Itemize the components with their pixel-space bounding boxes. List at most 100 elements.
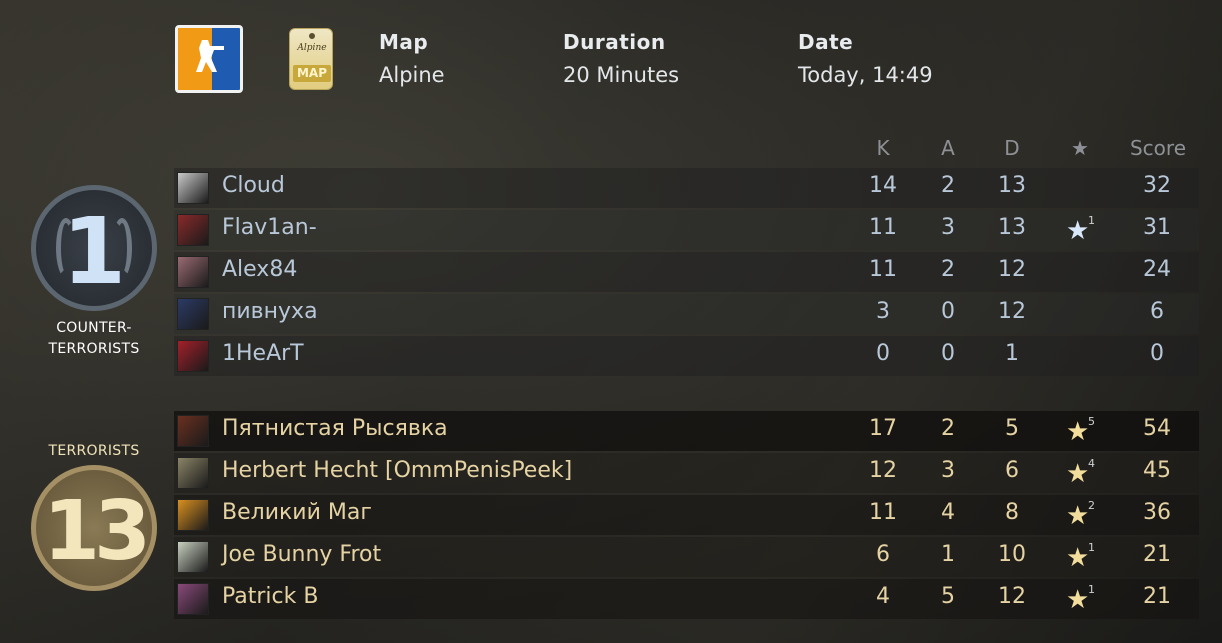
player-avatar[interactable] bbox=[177, 214, 209, 246]
ct-team-name-line2: TERRORISTS bbox=[48, 341, 140, 357]
player-name[interactable]: Patrick B bbox=[222, 584, 318, 609]
player-assists: 3 bbox=[941, 458, 955, 483]
duration-value: 20 Minutes bbox=[563, 63, 680, 87]
player-assists: 0 bbox=[941, 299, 955, 324]
player-kills: 11 bbox=[869, 215, 897, 240]
player-avatar[interactable] bbox=[177, 583, 209, 615]
t-team-score: 13 bbox=[42, 484, 151, 579]
map-tag-script: Alpine bbox=[297, 43, 327, 53]
player-name[interactable]: Herbert Hecht [OmmPenisPeek] bbox=[222, 458, 572, 483]
player-kills: 0 bbox=[876, 341, 890, 366]
player-assists: 3 bbox=[941, 215, 955, 240]
player-assists: 2 bbox=[941, 173, 955, 198]
player-deaths: 12 bbox=[998, 257, 1026, 282]
ct-player-row[interactable]: 1HeArT 0 0 1 0 bbox=[174, 336, 1199, 376]
player-deaths: 8 bbox=[1005, 500, 1019, 525]
player-score: 6 bbox=[1150, 299, 1164, 324]
player-avatar[interactable] bbox=[177, 256, 209, 288]
mvp-star-icon: ★ 5 bbox=[1066, 415, 1100, 449]
counter-strike-logo-icon bbox=[175, 25, 243, 93]
player-score: 32 bbox=[1143, 173, 1171, 198]
player-assists: 2 bbox=[941, 416, 955, 441]
player-avatar[interactable] bbox=[177, 415, 209, 447]
player-deaths: 13 bbox=[998, 215, 1026, 240]
player-score: 45 bbox=[1143, 458, 1171, 483]
player-deaths: 6 bbox=[1005, 458, 1019, 483]
player-deaths: 13 bbox=[998, 173, 1026, 198]
star-icon: ★ bbox=[1066, 501, 1090, 531]
mvp-star-icon: ★ 1 bbox=[1066, 541, 1100, 575]
star-icon: ★ bbox=[1066, 543, 1090, 573]
player-assists: 1 bbox=[941, 542, 955, 567]
ct-player-row[interactable]: Flav1an- 11 3 13 31 ★ 1 bbox=[174, 210, 1199, 250]
player-deaths: 1 bbox=[1005, 341, 1019, 366]
column-mvp-icon: ★ bbox=[1071, 136, 1089, 160]
player-assists: 2 bbox=[941, 257, 955, 282]
player-deaths: 12 bbox=[998, 584, 1026, 609]
ct-team-score: 1 bbox=[61, 198, 126, 305]
player-name[interactable]: Flav1an- bbox=[222, 215, 317, 240]
player-score: 24 bbox=[1143, 257, 1171, 282]
ct-team-name: COUNTER- TERRORISTS bbox=[40, 318, 148, 360]
mvp-count: 1 bbox=[1088, 541, 1095, 554]
date-label: Date bbox=[798, 30, 854, 54]
t-team-badge: 13 bbox=[31, 465, 157, 591]
player-avatar[interactable] bbox=[177, 457, 209, 489]
duration-label: Duration bbox=[563, 30, 666, 54]
player-kills: 14 bbox=[869, 173, 897, 198]
player-deaths: 10 bbox=[998, 542, 1026, 567]
player-score: 21 bbox=[1143, 542, 1171, 567]
ct-team-name-line1: COUNTER- bbox=[56, 320, 132, 336]
player-name[interactable]: 1HeArT bbox=[222, 341, 304, 366]
t-player-row[interactable]: Великий Маг 11 4 8 36 ★ 2 bbox=[174, 495, 1199, 535]
map-label: Map bbox=[379, 30, 429, 54]
player-score: 54 bbox=[1143, 416, 1171, 441]
player-avatar[interactable] bbox=[177, 499, 209, 531]
player-name[interactable]: Joe Bunny Frot bbox=[222, 542, 381, 567]
mvp-star-icon: ★ 1 bbox=[1066, 583, 1100, 617]
player-kills: 11 bbox=[869, 500, 897, 525]
t-player-row[interactable]: Joe Bunny Frot 6 1 10 21 ★ 1 bbox=[174, 537, 1199, 577]
player-assists: 5 bbox=[941, 584, 955, 609]
star-icon: ★ bbox=[1066, 585, 1090, 615]
player-name[interactable]: Пятнистая Рысявка bbox=[222, 416, 448, 441]
ct-player-row[interactable]: Cloud 14 2 13 32 bbox=[174, 168, 1199, 208]
mvp-count: 5 bbox=[1088, 415, 1095, 428]
ct-team-badge: 1 bbox=[31, 185, 157, 311]
ct-player-row[interactable]: Alex84 11 2 12 24 bbox=[174, 252, 1199, 292]
player-kills: 4 bbox=[876, 584, 890, 609]
player-kills: 6 bbox=[876, 542, 890, 567]
mvp-count: 2 bbox=[1088, 499, 1095, 512]
player-kills: 11 bbox=[869, 257, 897, 282]
player-name[interactable]: Alex84 bbox=[222, 257, 297, 282]
star-icon: ★ bbox=[1066, 459, 1090, 489]
t-player-row[interactable]: Пятнистая Рысявка 17 2 5 54 ★ 5 bbox=[174, 411, 1199, 451]
player-avatar[interactable] bbox=[177, 298, 209, 330]
mvp-count: 4 bbox=[1088, 457, 1095, 470]
player-avatar[interactable] bbox=[177, 541, 209, 573]
player-score: 0 bbox=[1150, 341, 1164, 366]
player-name[interactable]: Великий Маг bbox=[222, 500, 372, 525]
mvp-star-icon: ★ 1 bbox=[1066, 214, 1100, 248]
column-assists: A bbox=[941, 136, 955, 160]
player-name[interactable]: пивнуха bbox=[222, 299, 318, 324]
player-name[interactable]: Cloud bbox=[222, 173, 285, 198]
player-score: 36 bbox=[1143, 500, 1171, 525]
player-kills: 3 bbox=[876, 299, 890, 324]
mvp-count: 1 bbox=[1088, 583, 1095, 596]
column-deaths: D bbox=[1004, 136, 1020, 160]
player-assists: 4 bbox=[941, 500, 955, 525]
player-kills: 12 bbox=[869, 458, 897, 483]
player-avatar[interactable] bbox=[177, 340, 209, 372]
star-icon: ★ bbox=[1066, 216, 1090, 246]
map-tag-word: MAP bbox=[293, 65, 331, 82]
mvp-count: 1 bbox=[1088, 214, 1095, 227]
t-team-name: TERRORISTS bbox=[48, 443, 140, 459]
player-avatar[interactable] bbox=[177, 172, 209, 204]
ct-player-row[interactable]: пивнуха 3 0 12 6 bbox=[174, 294, 1199, 334]
map-tag-icon: Alpine MAP bbox=[289, 28, 333, 90]
mvp-star-icon: ★ 4 bbox=[1066, 457, 1100, 491]
player-score: 31 bbox=[1143, 215, 1171, 240]
t-player-row[interactable]: Herbert Hecht [OmmPenisPeek] 12 3 6 45 ★ 4 bbox=[174, 453, 1199, 493]
t-player-row[interactable]: Patrick B 4 5 12 21 ★ 1 bbox=[174, 579, 1199, 619]
